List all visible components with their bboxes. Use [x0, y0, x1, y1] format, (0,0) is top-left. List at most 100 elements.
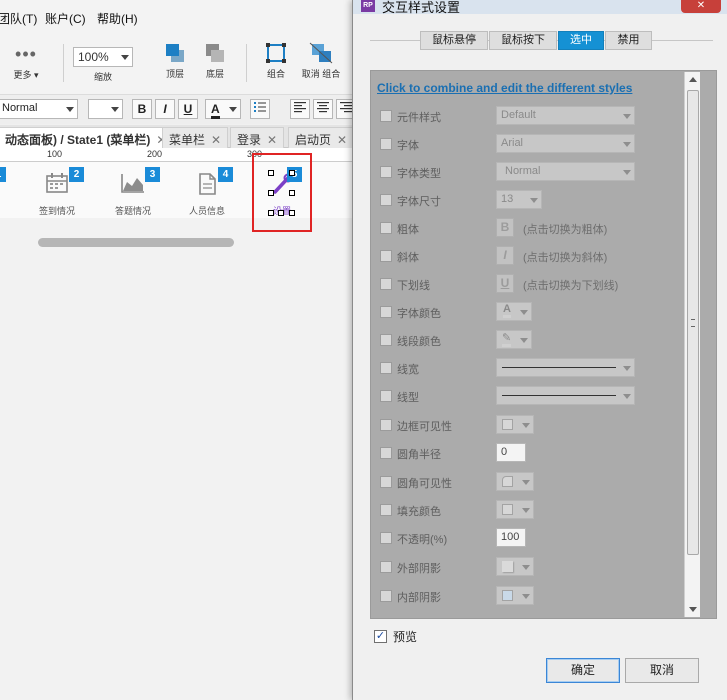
ungroup-button[interactable]: 取消 组合: [298, 42, 344, 79]
line-color-picker[interactable]: ✎: [496, 330, 532, 349]
prop-checkbox[interactable]: [380, 419, 392, 431]
main-toolbar: ••• 更多 ▾ 100% 缩放 顶层 底层 组合 取消 组合: [0, 34, 355, 94]
italic-toggle[interactable]: I: [496, 246, 514, 265]
tab-disabled[interactable]: 禁用: [605, 31, 652, 50]
cancel-button[interactable]: 取消: [625, 658, 699, 683]
inner-shadow-picker[interactable]: [496, 586, 534, 605]
bullet-list-button[interactable]: [250, 99, 270, 119]
preview-checkbox[interactable]: ✓: [374, 630, 387, 643]
page-tabs: 动态面板) / State1 (菜单栏)✕ 菜单栏 ✕ 登录 ✕ 启动页 ✕: [0, 125, 355, 148]
chevron-down-icon: [520, 310, 528, 315]
line-type-select[interactable]: [496, 386, 635, 405]
prop-checkbox[interactable]: [380, 334, 392, 346]
zoom-control[interactable]: 100% 缩放: [73, 47, 133, 82]
underline-button[interactable]: U: [178, 99, 198, 119]
prop-label: 线型: [397, 392, 419, 404]
chevron-down-icon: [522, 565, 530, 570]
prop-checkbox[interactable]: [380, 194, 392, 206]
font-color-picker[interactable]: A: [496, 302, 532, 321]
bottom-label: 底层: [205, 69, 224, 79]
zoom-select[interactable]: 100%: [73, 47, 133, 67]
prop-checkbox[interactable]: [380, 476, 392, 488]
prop-checkbox[interactable]: [380, 166, 392, 178]
prop-checkbox[interactable]: [380, 561, 392, 573]
line-width-select[interactable]: [496, 358, 635, 377]
underline-toggle[interactable]: U: [496, 274, 514, 293]
font-size-select[interactable]: 13: [496, 190, 542, 209]
close-icon[interactable]: ✕: [267, 133, 277, 147]
outer-shadow-picker[interactable]: [496, 557, 534, 576]
close-icon[interactable]: ✕: [337, 133, 347, 147]
group-button[interactable]: 组合: [259, 42, 293, 79]
align-left-button[interactable]: [290, 99, 310, 119]
tab-selected[interactable]: 选中: [558, 31, 604, 50]
bring-to-top-button[interactable]: 顶层: [158, 42, 192, 79]
close-button[interactable]: ✕: [681, 0, 721, 13]
bold-toggle[interactable]: B: [496, 218, 514, 237]
design-canvas[interactable]: 1 签到情况 2 答题情况 3 人员信息 4 设置 5: [0, 153, 355, 700]
ok-button[interactable]: 确定: [546, 658, 620, 683]
scrollbar-thumb[interactable]: [687, 90, 699, 555]
font-type-select[interactable]: Normal: [496, 162, 635, 181]
fill-color-picker[interactable]: [496, 500, 534, 519]
more-button[interactable]: ••• 更多 ▾: [6, 44, 46, 80]
menu-account[interactable]: 账户(C): [45, 10, 86, 27]
prop-checkbox[interactable]: [380, 278, 392, 290]
font-color-button[interactable]: A: [205, 99, 241, 119]
horizontal-scrollbar[interactable]: [38, 238, 234, 247]
prop-label: 填充颜色: [397, 506, 441, 518]
prop-border-visibility: 边框可见性: [371, 414, 686, 442]
pencil-icon: ✎: [502, 331, 512, 347]
tab-label: 启动页: [295, 133, 332, 147]
border-visibility-picker[interactable]: [496, 415, 534, 434]
prop-checkbox[interactable]: [380, 504, 392, 516]
corner-visibility-picker[interactable]: [496, 472, 534, 491]
tab-menu-bar[interactable]: 菜单栏 ✕: [162, 127, 229, 148]
prop-checkbox[interactable]: [380, 222, 392, 234]
menu-team[interactable]: 团队(T): [0, 10, 37, 27]
prop-checkbox[interactable]: [380, 250, 392, 262]
dialog-titlebar: RP 交互样式设置 ✕: [353, 0, 727, 15]
font-select[interactable]: Arial: [496, 134, 635, 153]
style-select[interactable]: Normal: [0, 99, 78, 119]
nav-label: 人员信息: [188, 206, 225, 216]
tab-login[interactable]: 登录 ✕: [230, 127, 285, 148]
tab-dynamic-panel-state[interactable]: 动态面板) / State1 (菜单栏)✕: [0, 127, 174, 148]
tab-mouse-hover[interactable]: 鼠标悬停: [420, 31, 488, 50]
top-label: 顶层: [165, 69, 184, 79]
tab-mouse-down[interactable]: 鼠标按下: [489, 31, 557, 50]
combine-styles-link[interactable]: Click to combine and edit the different …: [377, 81, 632, 95]
prop-label: 边框可见性: [397, 421, 452, 433]
send-to-bottom-button[interactable]: 底层: [198, 42, 232, 79]
align-center-button[interactable]: [313, 99, 333, 119]
prop-label: 线段颜色: [397, 336, 441, 348]
prop-checkbox[interactable]: [380, 447, 392, 459]
prop-label: 字体: [397, 140, 419, 152]
tab-splash[interactable]: 启动页 ✕: [288, 127, 355, 148]
prop-checkbox[interactable]: [380, 590, 392, 602]
ruler-mark: 100: [47, 149, 63, 159]
prop-label: 不透明(%): [397, 534, 448, 546]
prop-checkbox[interactable]: [380, 390, 392, 402]
close-icon[interactable]: ✕: [211, 133, 221, 147]
prop-label: 粗体: [397, 224, 419, 236]
scroll-down-icon[interactable]: [689, 607, 697, 612]
bold-button[interactable]: B: [132, 99, 152, 119]
prop-checkbox[interactable]: [380, 306, 392, 318]
select-value: 13: [501, 193, 514, 205]
widget-style-select[interactable]: Default: [496, 106, 635, 125]
prop-checkbox[interactable]: [380, 138, 392, 150]
border-icon: [502, 419, 513, 430]
inner-shadow-icon: [502, 590, 513, 601]
prop-checkbox[interactable]: [380, 362, 392, 374]
opacity-input[interactable]: 100: [496, 528, 526, 547]
prop-checkbox[interactable]: [380, 110, 392, 122]
corner-radius-input[interactable]: 0: [496, 443, 526, 462]
menu-help[interactable]: 帮助(H): [97, 10, 138, 27]
font-color-icon: A: [211, 102, 220, 119]
scroll-up-icon[interactable]: [689, 77, 697, 82]
vertical-scrollbar[interactable]: [684, 72, 700, 617]
font-size-select[interactable]: [88, 99, 123, 119]
italic-button[interactable]: I: [155, 99, 175, 119]
prop-checkbox[interactable]: [380, 532, 392, 544]
